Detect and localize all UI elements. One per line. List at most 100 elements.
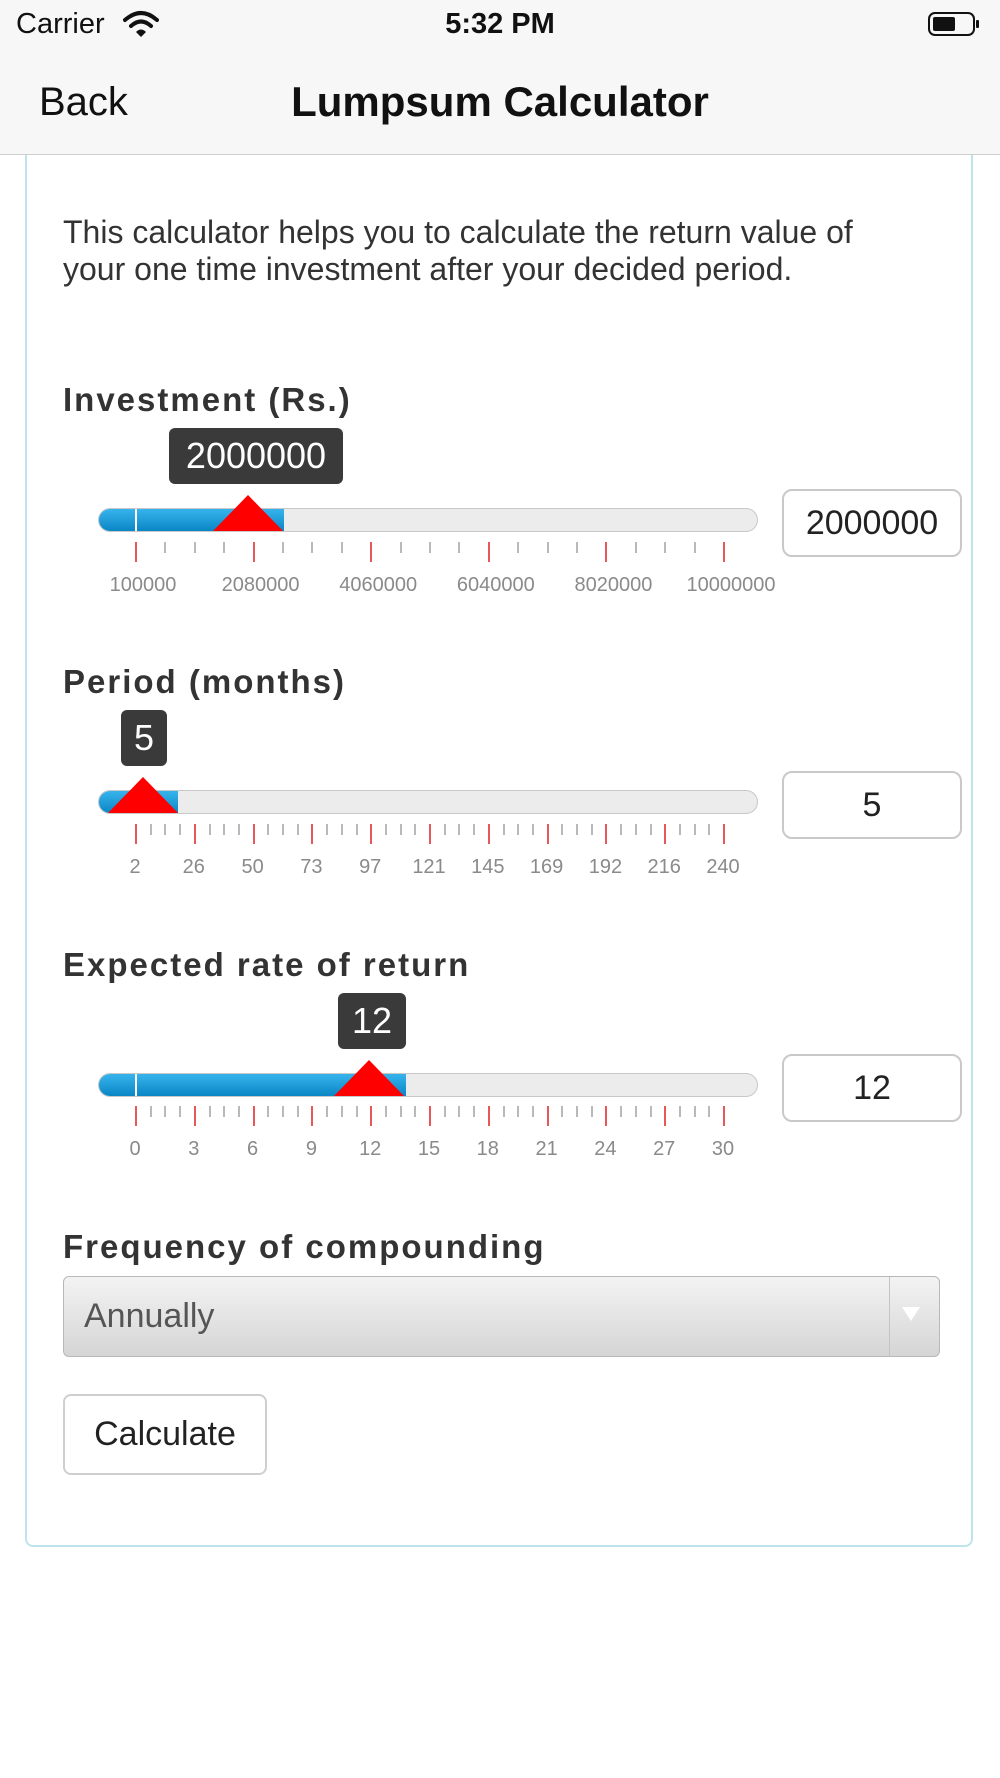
major-tick	[135, 542, 137, 562]
tick-label: 21	[535, 1138, 558, 1160]
minor-tick	[223, 542, 226, 553]
minor-tick	[282, 542, 284, 553]
major-tick	[723, 542, 725, 562]
major-tick	[252, 824, 255, 844]
minor-tick	[517, 542, 520, 553]
minor-tick	[576, 1106, 578, 1117]
major-tick	[135, 824, 137, 844]
major-tick	[193, 1106, 196, 1126]
tick-label: 216	[647, 856, 681, 878]
slider-start-mark	[135, 509, 137, 531]
tick-label: 145	[471, 856, 505, 878]
minor-tick	[414, 1106, 417, 1117]
rate-slider-track[interactable]	[98, 1073, 758, 1097]
minor-tick	[193, 542, 196, 553]
rate-value-field[interactable]: 12	[782, 1054, 962, 1122]
tick-label: 3	[188, 1138, 200, 1160]
minor-tick	[678, 1106, 681, 1117]
minor-tick	[634, 542, 637, 553]
major-tick	[135, 1106, 137, 1126]
minor-tick	[693, 1106, 696, 1117]
minor-tick	[267, 824, 270, 835]
tick-label: 192	[588, 856, 623, 878]
minor-tick	[693, 542, 696, 553]
minor-tick	[531, 824, 534, 835]
minor-tick	[208, 1106, 211, 1117]
minor-tick	[634, 824, 637, 835]
investment-label: Investment (Rs.)	[63, 381, 352, 418]
minor-tick	[576, 542, 578, 553]
minor-tick	[458, 1106, 461, 1117]
minor-tick	[237, 824, 240, 835]
investment-slider-thumb[interactable]	[213, 495, 283, 531]
major-tick	[370, 824, 373, 844]
tick-label: 6040000	[456, 574, 535, 596]
minor-tick	[502, 824, 505, 835]
tick-label: 2080000	[221, 574, 300, 596]
tick-label: 15	[417, 1138, 441, 1160]
major-tick	[487, 1106, 490, 1126]
minor-tick	[179, 1106, 182, 1117]
major-tick	[311, 824, 314, 844]
minor-tick	[561, 824, 564, 835]
minor-tick	[458, 824, 461, 835]
minor-tick	[664, 542, 667, 553]
minor-tick	[282, 1106, 284, 1117]
tick-label: 6	[247, 1138, 259, 1160]
minor-tick	[649, 1106, 652, 1117]
tick-label: 121	[412, 856, 446, 878]
page-title: Lumpsum Calculator	[291, 78, 709, 125]
minor-tick	[384, 1106, 387, 1117]
minor-tick	[590, 824, 593, 835]
minor-tick	[296, 824, 299, 835]
frequency-select[interactable]: Annually	[63, 1276, 940, 1357]
battery-icon	[928, 12, 979, 36]
minor-tick	[282, 824, 284, 835]
minor-tick	[678, 824, 681, 835]
major-tick	[546, 824, 549, 844]
major-tick	[252, 1106, 255, 1126]
period-slider-thumb[interactable]	[108, 777, 178, 813]
period-tooltip: 5	[121, 710, 167, 766]
minor-tick	[458, 542, 461, 553]
rate-label: Expected rate of return	[63, 946, 471, 983]
minor-tick	[399, 542, 402, 553]
major-tick	[487, 542, 490, 562]
tick-label: 50	[241, 856, 264, 878]
minor-tick	[399, 824, 402, 835]
major-tick	[605, 824, 608, 844]
minor-tick	[561, 1106, 564, 1117]
major-tick	[605, 542, 608, 562]
minor-tick	[649, 824, 652, 835]
rate-tooltip: 12	[338, 993, 406, 1049]
period-slider-track[interactable]	[98, 790, 758, 814]
minor-tick	[473, 1106, 476, 1117]
major-tick	[370, 542, 373, 562]
major-tick	[664, 824, 667, 844]
status-bar: Carrier 5:32 PM	[0, 0, 1000, 50]
frequency-selected-value: Annually	[84, 1297, 215, 1335]
minor-tick	[531, 1106, 534, 1117]
calculate-button[interactable]: Calculate	[63, 1394, 267, 1475]
major-tick	[664, 1106, 667, 1126]
minor-tick	[634, 1106, 637, 1117]
major-tick	[370, 1106, 373, 1126]
tick-label: 10000000	[686, 574, 776, 596]
major-tick	[723, 824, 725, 844]
tick-label: 97	[359, 856, 382, 878]
major-tick	[605, 1106, 608, 1126]
period-value-field[interactable]: 5	[782, 771, 962, 839]
investment-value-field[interactable]: 2000000	[782, 489, 962, 557]
minor-tick	[517, 824, 520, 835]
tick-label: 24	[594, 1138, 617, 1160]
minor-tick	[414, 824, 417, 835]
chevron-down-icon	[902, 1307, 920, 1321]
rate-slider-thumb[interactable]	[334, 1060, 404, 1096]
select-divider	[889, 1277, 890, 1356]
minor-tick	[590, 1106, 593, 1117]
minor-tick	[164, 1106, 167, 1117]
minor-tick	[208, 824, 211, 835]
clock: 5:32 PM	[445, 8, 555, 40]
minor-tick	[355, 824, 358, 835]
investment-slider-track[interactable]	[98, 508, 758, 532]
